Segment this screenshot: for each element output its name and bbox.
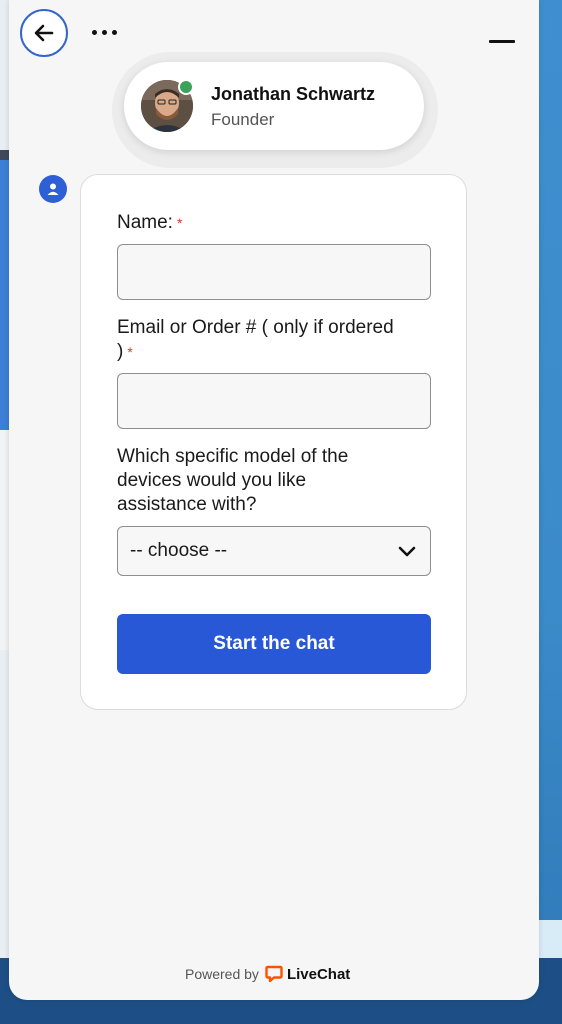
model-label-line3: assistance with?	[117, 494, 257, 515]
email-field-label: Email or Order # ( only if ordered ) *	[117, 316, 394, 364]
chevron-down-icon	[398, 546, 416, 557]
required-mark: *	[127, 344, 133, 360]
minimize-icon	[489, 40, 515, 43]
email-or-order-input[interactable]	[117, 373, 431, 429]
model-label-line1: Which specific model of the	[117, 446, 349, 467]
prechat-form: Name: * Email or Order # ( only if ordere…	[80, 174, 467, 710]
email-label-line2: )	[117, 341, 124, 362]
agent-name: Jonathan Schwartz	[211, 84, 376, 104]
more-options-button[interactable]	[86, 24, 122, 40]
name-label-text: Name:	[117, 212, 173, 233]
more-dots-icon	[91, 29, 97, 35]
model-select[interactable]: -- choose --	[117, 526, 431, 576]
name-input[interactable]	[117, 244, 431, 300]
name-field-label: Name: *	[117, 211, 182, 235]
powered-by-text: Powered by	[185, 966, 259, 982]
minimize-button[interactable]	[489, 32, 517, 48]
agent-title: Founder	[211, 110, 275, 129]
chat-widget: Jonathan Schwartz Founder Name: * Email o…	[9, 0, 539, 1000]
model-field-label: Which specific model of the devices woul…	[117, 445, 348, 517]
livechat-logo-icon	[265, 965, 283, 983]
online-status-indicator	[178, 79, 194, 95]
powered-by-footer: Powered by LiveChat	[185, 962, 350, 986]
livechat-brand-text: LiveChat	[286, 965, 351, 983]
user-icon	[39, 175, 67, 203]
required-mark: *	[176, 215, 183, 231]
model-select-value: -- choose --	[130, 540, 228, 561]
email-label-line1: Email or Order # ( only if ordered	[117, 317, 394, 338]
back-button[interactable]	[20, 9, 68, 57]
livechat-link[interactable]: LiveChat	[265, 965, 350, 983]
agent-card: Jonathan Schwartz Founder	[124, 62, 424, 150]
start-chat-button[interactable]: Start the chat	[117, 614, 431, 674]
model-label-line2: devices would you like	[117, 470, 307, 491]
arrow-left-icon	[34, 24, 54, 42]
